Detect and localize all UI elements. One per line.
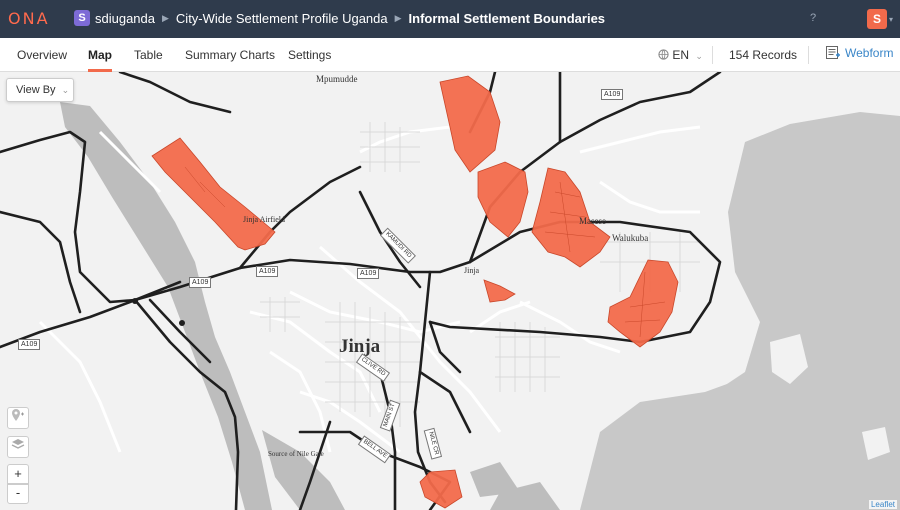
junction [132, 298, 138, 304]
tab-summary-charts[interactable]: Summary Charts [185, 48, 275, 72]
help-icon[interactable]: ? [810, 12, 816, 24]
road-label-a109: A109 [189, 277, 212, 288]
junction [179, 320, 185, 326]
tab-overview[interactable]: Overview [17, 48, 67, 72]
ona-logo[interactable]: ONA [8, 9, 50, 28]
chevron-down-icon: ⌄ [695, 51, 703, 61]
tab-table[interactable]: Table [134, 48, 163, 72]
breadcrumb-org[interactable]: sdiuganda [95, 11, 155, 26]
place-label-mpumudde: Mpumudde [316, 74, 358, 84]
breadcrumb-project[interactable]: City-Wide Settlement Profile Uganda [176, 11, 388, 26]
locate-button[interactable] [7, 407, 29, 429]
street-grid [260, 122, 700, 427]
language-selector[interactable]: EN ⌄ [658, 48, 703, 62]
settlement-central[interactable] [483, 279, 516, 303]
location-pin-icon [12, 409, 24, 421]
road-label-a109: A109 [601, 89, 624, 100]
road-label-a109: A109 [18, 339, 41, 350]
tab-map[interactable]: Map [88, 48, 112, 72]
place-label-jinja-airfield: Jinja Airfield [243, 215, 285, 224]
place-label-jinja-small: Jinja [464, 266, 480, 275]
tab-settings[interactable]: Settings [288, 48, 331, 72]
place-label-masese: Masese [579, 216, 606, 226]
avatar[interactable]: S [867, 9, 887, 29]
top-bar: ONA S sdiuganda ▶ City-Wide Settlement P… [0, 0, 900, 38]
chevron-down-icon: ⌄ [61, 85, 70, 95]
zoom-out-button[interactable]: - [7, 484, 29, 504]
webform-link[interactable]: Webform [826, 46, 893, 60]
sub-nav: Overview Map Table Summary Charts Settin… [0, 38, 900, 72]
view-by-label: View By [16, 84, 56, 96]
map-canvas[interactable] [0, 72, 900, 510]
breadcrumb: S sdiuganda ▶ City-Wide Settlement Profi… [74, 10, 605, 26]
language-label: EN [672, 48, 690, 62]
layers-icon [11, 439, 25, 449]
place-label-walukuba: Walukuba [612, 233, 649, 243]
chevron-right-icon: ▶ [162, 12, 169, 23]
webform-icon [826, 46, 840, 59]
globe-icon [658, 49, 669, 60]
leaflet-attribution[interactable]: Leaflet [868, 500, 897, 509]
road-label-a109: A109 [256, 266, 279, 277]
caret-down-icon[interactable]: ▾ [889, 15, 893, 24]
road-label-a109: A109 [357, 268, 380, 279]
divider [808, 46, 809, 64]
records-count: 154 Records [729, 48, 798, 62]
webform-label: Webform [845, 46, 894, 60]
zoom-in-button[interactable]: + [7, 464, 29, 484]
place-label-source-of-nile: Source of Nile Gate [268, 450, 324, 458]
divider [712, 46, 713, 64]
settlement-south[interactable] [419, 469, 463, 509]
settlement-walukuba[interactable] [607, 259, 679, 348]
map-view[interactable]: Mpumudde Jinja Airfield Jinja Jinja Mase… [0, 72, 900, 510]
layers-button[interactable] [7, 436, 29, 458]
breadcrumb-form: Informal Settlement Boundaries [408, 10, 606, 26]
victoria-nile [60, 102, 560, 510]
settlement-north[interactable] [477, 161, 529, 238]
chevron-right-icon: ▶ [394, 12, 402, 23]
view-by-dropdown[interactable]: View By ⌄ [6, 78, 74, 102]
org-badge: S [74, 10, 90, 26]
